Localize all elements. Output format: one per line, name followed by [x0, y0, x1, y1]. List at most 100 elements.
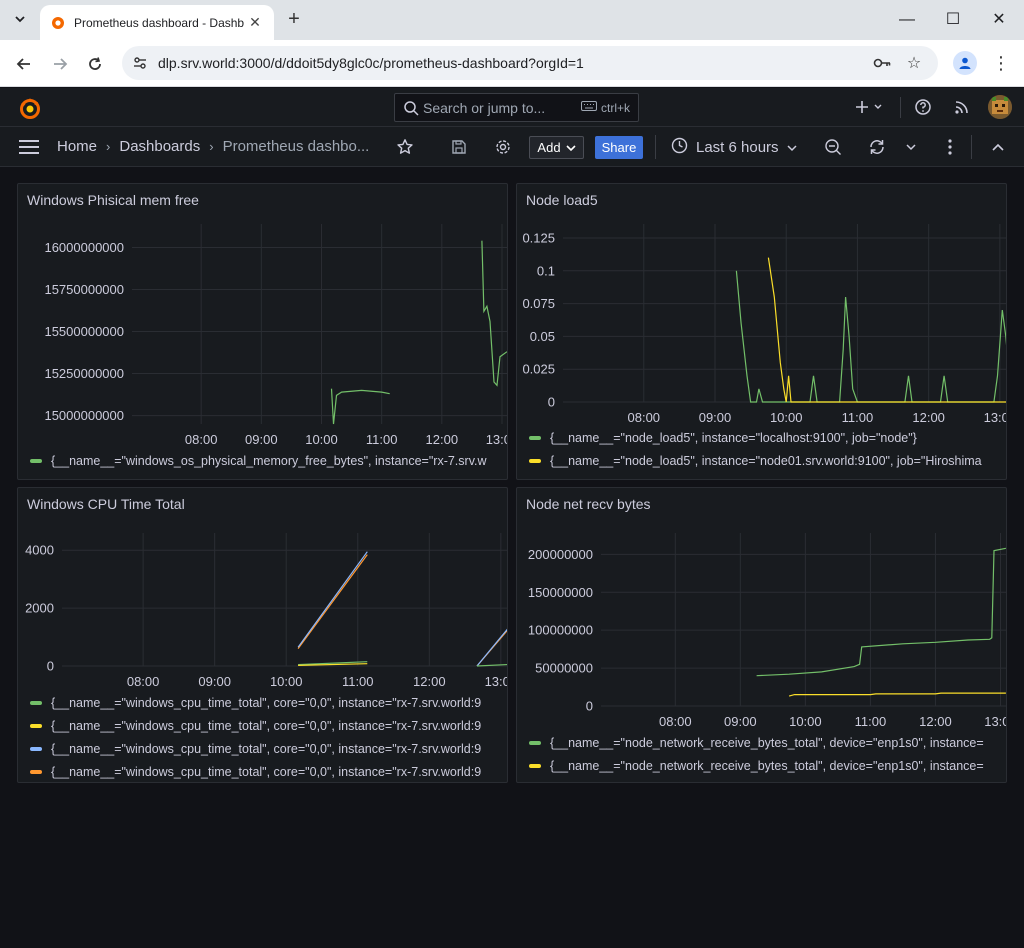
x-tick-label: 08:00: [127, 674, 160, 689]
breadcrumb-dashboards[interactable]: Dashboards: [119, 138, 200, 155]
minimize-icon[interactable]: —: [884, 6, 930, 34]
new-plus-icon[interactable]: [854, 96, 884, 118]
add-button[interactable]: Add: [529, 136, 584, 159]
legend-item[interactable]: {__name__="node_network_receive_bytes_to…: [529, 731, 984, 754]
x-tick-label: 10:00: [305, 432, 338, 447]
tab-title: Prometheus dashboard - Dashb: [74, 15, 244, 30]
breadcrumb-home[interactable]: Home: [57, 138, 97, 155]
search-input[interactable]: Search or jump to... ctrl+k: [394, 93, 639, 122]
series-line: [767, 257, 1006, 403]
y-tick-label: 15250000000: [44, 366, 124, 381]
browser-tabstrip: Prometheus dashboard - Dashb ✕ + — ☐ ✕: [0, 0, 1024, 40]
refresh-interval-chevron-icon[interactable]: [901, 137, 921, 157]
tab-close-icon[interactable]: ✕: [246, 14, 264, 31]
zoom-out-icon[interactable]: [823, 137, 843, 157]
x-tick-label: 13:00: [485, 674, 508, 689]
y-tick-label: 16000000000: [44, 240, 124, 255]
browser-toolbar: dlp.srv.world:3000/d/ddoit5dy8glc0c/prom…: [0, 40, 1024, 87]
legend-label: {__name__="windows_cpu_time_total", core…: [51, 695, 482, 710]
news-rss-icon[interactable]: [954, 96, 970, 118]
legend-swatch: [30, 723, 42, 728]
favorite-star-icon[interactable]: [395, 137, 415, 157]
browser-menu-icon[interactable]: ⋮: [992, 51, 1010, 75]
legend-swatch: [529, 458, 541, 463]
back-arrow-icon[interactable]: [10, 50, 38, 78]
legend-swatch: [529, 435, 541, 440]
x-tick-label: 13:00: [486, 432, 508, 447]
menu-hamburger-icon[interactable]: [19, 139, 39, 155]
x-tick-label: 08:00: [659, 714, 692, 729]
legend: {__name__="node_network_receive_bytes_to…: [529, 731, 984, 777]
collapse-chevron-up-icon[interactable]: [988, 137, 1008, 157]
help-icon[interactable]: [914, 96, 932, 118]
legend-item[interactable]: {__name__="windows_os_physical_memory_fr…: [30, 449, 487, 472]
legend-item[interactable]: {__name__="windows_cpu_time_total", core…: [30, 691, 481, 714]
y-tick-label: 0.075: [522, 296, 555, 311]
x-tick-label: 13:00: [984, 714, 1007, 729]
series-line: [756, 547, 1006, 677]
browser-tab[interactable]: Prometheus dashboard - Dashb ✕: [40, 5, 274, 40]
x-tick-label: 09:00: [198, 674, 231, 689]
share-button[interactable]: Share: [595, 136, 643, 159]
legend-swatch: [529, 740, 541, 745]
legend-item[interactable]: {__name__="node_load5", instance="localh…: [529, 426, 982, 449]
chart-windows-mem-free: 08:00 09:00 10:00 11:00 12:00 13:00 1500000000…: [44, 224, 508, 447]
legend-item[interactable]: {__name__="windows_cpu_time_total", core…: [30, 737, 481, 760]
reload-icon[interactable]: [81, 50, 109, 78]
forward-arrow-icon[interactable]: [46, 50, 74, 78]
legend-item[interactable]: {__name__="node_network_receive_bytes_to…: [529, 754, 984, 777]
site-info-icon[interactable]: [132, 55, 148, 71]
legend: {__name__="windows_os_physical_memory_fr…: [30, 449, 487, 472]
legend: {__name__="node_load5", instance="localh…: [529, 426, 982, 472]
y-tick-label: 15000000000: [44, 408, 124, 423]
settings-gear-icon[interactable]: [493, 137, 513, 157]
legend-label: {__name__="windows_cpu_time_total", core…: [51, 741, 482, 756]
refresh-icon[interactable]: [867, 137, 887, 157]
legend-swatch: [30, 458, 42, 463]
tab-search-chevron-icon[interactable]: [8, 7, 32, 31]
new-tab-icon[interactable]: +: [282, 6, 306, 32]
panel-windows-mem-free[interactable]: Windows Phisical mem free 08:00 09:00 10:0…: [17, 183, 508, 480]
x-tick-label: 12:00: [912, 410, 945, 425]
panel-windows-cpu-time[interactable]: Windows CPU Time Total 08:00 09:00 10:00 11…: [17, 487, 508, 783]
x-tick-label: 11:00: [342, 674, 374, 689]
breadcrumb-current: Prometheus dashbo...: [222, 138, 370, 155]
panel-node-net-recv[interactable]: Node net recv bytes 08:00 09:00 10:00 11:00…: [516, 487, 1007, 783]
series-line: [476, 628, 507, 667]
y-tick-label: 50000000: [535, 661, 593, 676]
add-button-label: Add: [537, 140, 561, 155]
time-range-picker[interactable]: Last 6 hours: [671, 136, 797, 159]
x-tick-label: 10:00: [770, 410, 803, 425]
x-tick-label: 09:00: [724, 714, 757, 729]
search-placeholder: Search or jump to...: [423, 100, 546, 116]
navbar-divider: [655, 135, 656, 159]
x-tick-label: 10:00: [789, 714, 822, 729]
x-tick-label: 08:00: [628, 410, 661, 425]
maximize-icon[interactable]: ☐: [930, 6, 976, 34]
legend: {__name__="windows_cpu_time_total", core…: [30, 691, 481, 782]
legend-item[interactable]: {__name__="windows_cpu_time_total", core…: [30, 714, 481, 737]
panel-node-load5[interactable]: Node load5 08:00 09:00 10:00 11:00 12:00 13: 0…: [516, 183, 1007, 480]
legend-item[interactable]: {__name__="node_load5", instance="node01…: [529, 449, 982, 472]
y-tick-label: 15500000000: [44, 324, 124, 339]
search-icon: [403, 100, 419, 116]
legend-item[interactable]: {__name__="windows_cpu_time_total", core…: [30, 760, 481, 782]
keyboard-icon: [580, 100, 597, 115]
password-key-icon[interactable]: [872, 53, 892, 73]
series-line: [481, 240, 507, 387]
y-tick-label: 0: [47, 659, 54, 674]
x-tick-label: 08:00: [185, 432, 218, 447]
user-avatar[interactable]: [988, 95, 1012, 119]
more-options-icon[interactable]: [940, 137, 960, 157]
x-tick-label: 11:00: [855, 714, 887, 729]
legend-label: {__name__="node_load5", instance="node01…: [550, 453, 982, 468]
window-close-icon[interactable]: ✕: [976, 6, 1022, 34]
bookmark-star-icon[interactable]: ☆: [904, 53, 924, 73]
grafana-logo-icon[interactable]: [18, 96, 42, 120]
dashboard-navbar: Home › Dashboards › Prometheus dashbo...…: [0, 127, 1024, 167]
save-icon[interactable]: [449, 137, 469, 157]
profile-icon[interactable]: [953, 51, 977, 75]
address-bar[interactable]: dlp.srv.world:3000/d/ddoit5dy8glc0c/prom…: [122, 46, 938, 80]
legend-swatch: [30, 769, 42, 774]
legend-swatch: [30, 746, 42, 751]
